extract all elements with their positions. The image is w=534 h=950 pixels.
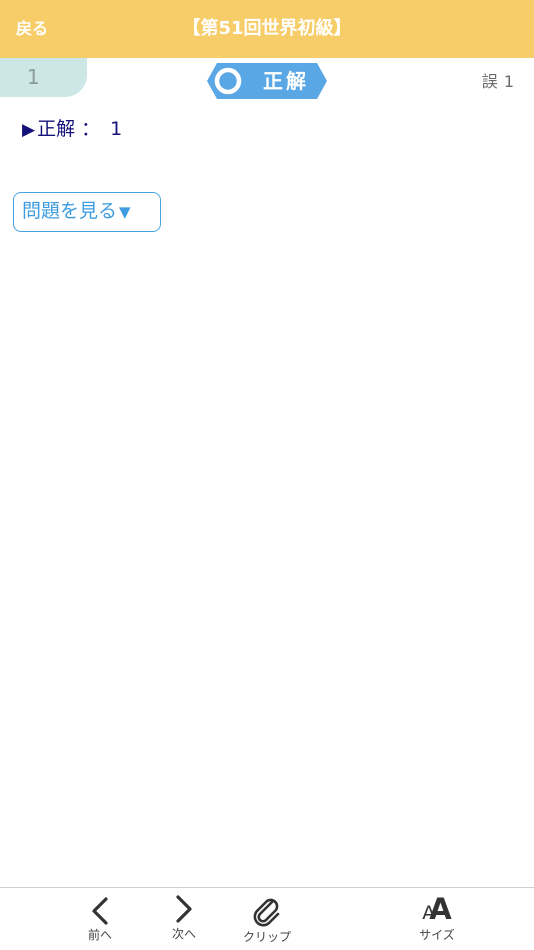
view-question-button[interactable]: 問題を見る ▼ (13, 192, 161, 232)
question-number-tab: 1 (0, 58, 87, 97)
triangle-marker-icon: ▶ (22, 120, 36, 140)
question-number: 1 (27, 65, 40, 89)
answer-colon: ： (81, 118, 101, 140)
chevron-right-icon (176, 895, 192, 923)
font-size-icon: AA (422, 892, 452, 926)
size-button[interactable]: AA サイズ (402, 888, 472, 950)
correct-result-badge: 正解 (207, 63, 327, 99)
chevron-left-icon (92, 897, 108, 925)
result-label: 正解 (263, 69, 309, 93)
next-button[interactable]: 次へ (149, 888, 219, 950)
next-label: 次へ (171, 927, 196, 941)
answer-line: ▶ 正解： 1 (22, 115, 122, 143)
header-bar: 戻る 【第51回世界初級】 (0, 0, 534, 58)
paperclip-icon (253, 898, 280, 927)
prev-label: 前へ (87, 928, 112, 942)
clip-button[interactable]: クリップ (232, 888, 302, 950)
view-question-label: 問題を見る (22, 200, 118, 222)
bottom-toolbar: 前へ 次へ クリップ AA サイズ (0, 887, 534, 950)
answer-value: 1 (110, 118, 123, 140)
answer-label: 正解 (37, 118, 76, 140)
prev-button[interactable]: 前へ (65, 888, 135, 950)
dropdown-arrow-icon: ▼ (119, 203, 131, 221)
mistake-label: 誤 (481, 72, 498, 91)
mistake-count-value: 1 (503, 72, 514, 91)
page-title: 【第51回世界初級】 (182, 18, 352, 39)
mistake-count: 誤1 (482, 70, 514, 94)
clip-label: クリップ (242, 930, 291, 944)
size-label: サイズ (419, 928, 455, 942)
